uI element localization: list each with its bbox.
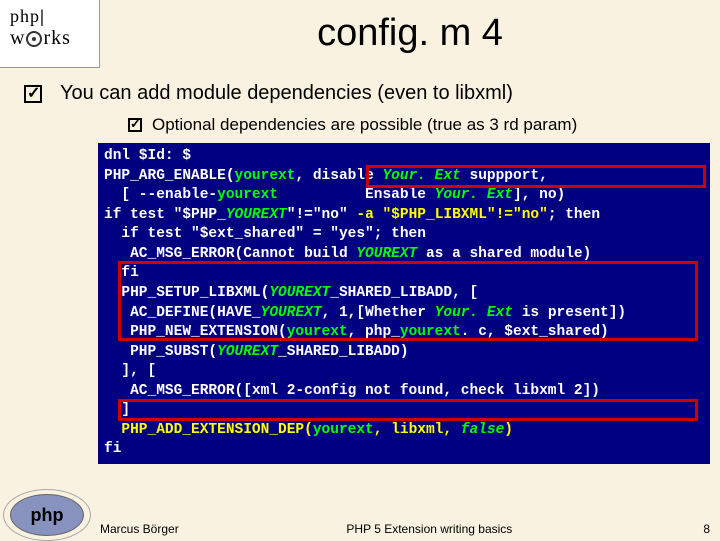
- highlight-box-3: [118, 399, 698, 421]
- main-bullet-text: You can add module dependencies (even to…: [60, 82, 513, 105]
- checkbox-icon: [24, 85, 42, 103]
- checkbox-icon: [128, 118, 142, 132]
- logo-top-text: php: [10, 6, 40, 26]
- footer-center: PHP 5 Extension writing basics: [179, 522, 680, 536]
- sub-bullet: Optional dependencies are possible (true…: [0, 111, 720, 141]
- phpworks-logo: php| wrks: [0, 0, 100, 68]
- logo-pipe: |: [40, 6, 45, 26]
- slide-header: php| wrks config. m 4: [0, 0, 720, 68]
- highlight-box-2: [118, 261, 698, 341]
- footer-author: Marcus Börger: [100, 522, 179, 536]
- footer-page: 8: [680, 522, 710, 536]
- php-logo-icon: php: [10, 494, 84, 536]
- highlight-box-1: [366, 165, 706, 188]
- main-bullet: You can add module dependencies (even to…: [0, 68, 720, 111]
- logo-w: w: [10, 27, 25, 50]
- code-block: dnl $Id: $ PHP_ARG_ENABLE(yourext, disab…: [98, 143, 710, 464]
- gear-icon: [26, 31, 42, 47]
- sub-bullet-text: Optional dependencies are possible (true…: [152, 115, 577, 135]
- logo-rks: rks: [43, 27, 70, 50]
- slide-title: config. m 4: [100, 0, 720, 55]
- slide-footer: php Marcus Börger PHP 5 Extension writin…: [0, 480, 720, 540]
